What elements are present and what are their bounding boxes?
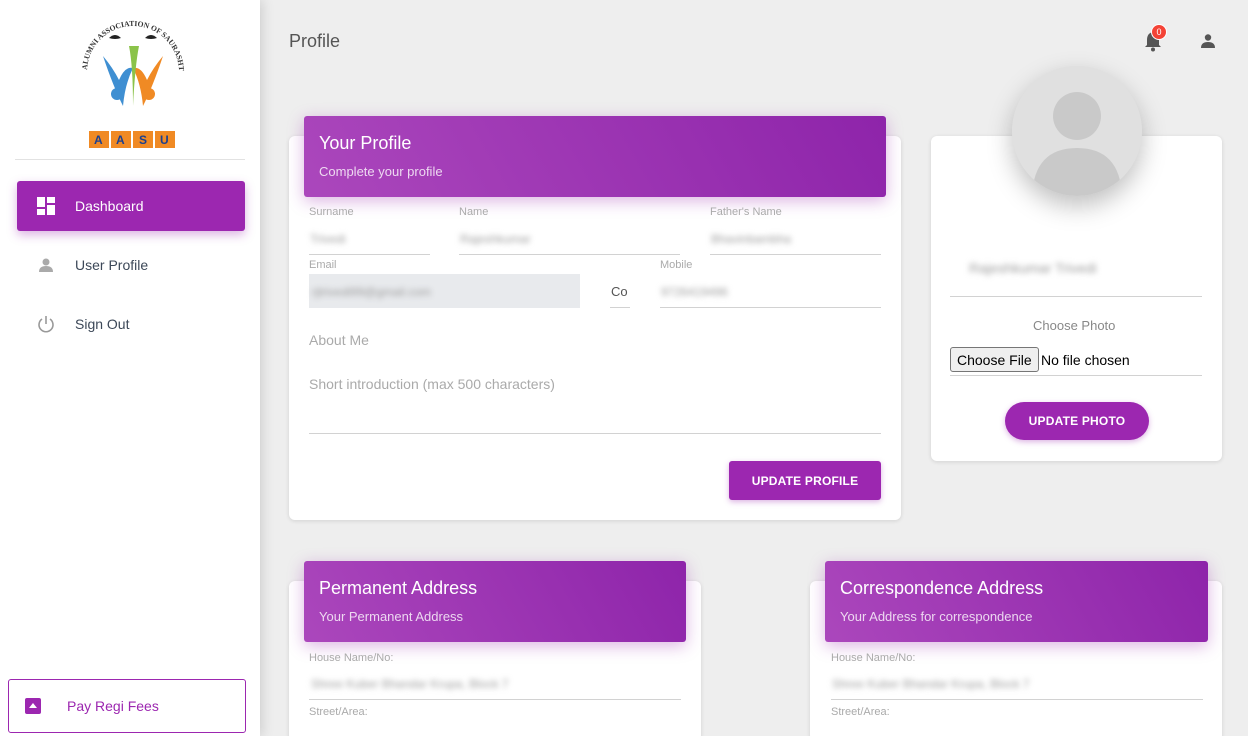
card-subtitle: Your Permanent Address — [319, 609, 464, 624]
dashboard-icon — [35, 195, 57, 217]
about-me-label: About Me — [309, 332, 369, 348]
country-code-field[interactable]: Co — [611, 284, 628, 299]
father-name-underline — [710, 254, 881, 255]
name-underline — [459, 254, 680, 255]
unarchive-icon — [25, 698, 41, 714]
card-subtitle: Complete your profile — [319, 164, 443, 179]
svg-text:ALUMNI ASSOCIATION OF SAURASHT: ALUMNI ASSOCIATION OF SAURASHTRA UNIVERS… — [73, 6, 186, 71]
about-me-underline — [309, 433, 881, 434]
page-title: Profile — [289, 31, 341, 51]
svg-text:A: A — [94, 133, 103, 147]
sidebar-item-label: Sign Out — [75, 316, 130, 332]
permanent-street-label: Street/Area: — [309, 706, 368, 718]
avatar-placeholder-icon — [1012, 66, 1142, 196]
father-name-field[interactable]: Bhavinbambha — [711, 232, 791, 246]
correspondence-house-field[interactable]: Shree Kuber Bhandar Krupa, Block 7 — [832, 677, 1029, 691]
mobile-underline — [660, 307, 881, 308]
card-title: Correspondence Address — [840, 578, 1044, 598]
sidebar: ALUMNI ASSOCIATION OF SAURASHTRA UNIVERS… — [0, 0, 260, 736]
surname-label: Surname — [309, 206, 354, 218]
correspondence-address-header: Correspondence Address Your Address for … — [825, 561, 1208, 642]
sidebar-item-sign-out[interactable]: Sign Out — [17, 299, 245, 349]
choose-file-button[interactable]: Choose File — [950, 347, 1039, 372]
card-subtitle: Your Address for correspondence — [840, 609, 1033, 624]
correspondence-house-label: House Name/No: — [831, 652, 916, 664]
choose-photo-label: Choose Photo — [1033, 318, 1116, 333]
file-status: No file chosen — [1041, 352, 1130, 368]
permanent-address-header: Permanent Address Your Permanent Address — [304, 561, 686, 642]
photo-divider — [950, 296, 1202, 297]
profile-display-name: Rajeshkumar Trivedi — [969, 260, 1097, 276]
permanent-house-field[interactable]: Shree Kuber Bhandar Krupa, Block 7 — [311, 677, 508, 691]
update-photo-button[interactable]: UPDATE PHOTO — [1005, 402, 1149, 440]
correspondence-house-underline — [831, 699, 1203, 700]
father-name-label: Father's Name — [710, 206, 782, 218]
svg-text:U: U — [160, 133, 169, 147]
surname-underline — [309, 254, 430, 255]
sidebar-item-label: Dashboard — [75, 198, 144, 214]
notification-badge: 0 — [1151, 24, 1167, 40]
aasu-logo[interactable]: ALUMNI ASSOCIATION OF SAURASHTRA UNIVERS… — [73, 6, 193, 156]
correspondence-street-label: Street/Area: — [831, 706, 890, 718]
permanent-house-underline — [309, 699, 681, 700]
email-field[interactable]: rjtrivedi99@gmail.com — [312, 285, 431, 299]
profile-card-header: Your Profile Complete your profile — [304, 116, 886, 197]
country-code-underline — [610, 307, 630, 308]
surname-field[interactable]: Trivedi — [310, 232, 346, 246]
pay-button-label: Pay Regi Fees — [67, 698, 159, 714]
mobile-field[interactable]: 9726419496 — [661, 285, 728, 299]
about-me-textarea[interactable]: Short introduction (max 500 characters) — [309, 376, 555, 392]
permanent-house-label: House Name/No: — [309, 652, 394, 664]
card-title: Your Profile — [319, 133, 412, 153]
card-title: Permanent Address — [319, 578, 478, 598]
avatar — [1012, 66, 1142, 196]
name-label: Name — [459, 206, 489, 218]
file-underline — [950, 375, 1202, 376]
svg-text:S: S — [139, 133, 147, 147]
update-profile-button[interactable]: UPDATE PROFILE — [729, 461, 881, 500]
power-icon — [35, 313, 57, 335]
sidebar-item-dashboard[interactable]: Dashboard — [17, 181, 245, 231]
svg-text:A: A — [116, 133, 125, 147]
user-menu-icon[interactable] — [1201, 33, 1215, 49]
pay-regi-fees-button[interactable]: Pay Regi Fees — [8, 679, 246, 733]
name-field[interactable]: Rajeshkumar — [460, 232, 531, 246]
logo-area: ALUMNI ASSOCIATION OF SAURASHTRA UNIVERS… — [15, 6, 245, 160]
